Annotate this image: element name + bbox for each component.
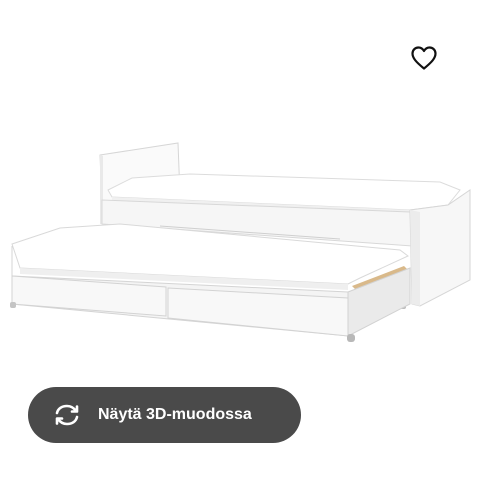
rotate-arrows-icon: [52, 400, 82, 430]
heart-icon: [411, 46, 437, 70]
product-image[interactable]: [0, 120, 480, 360]
view-3d-button[interactable]: Näytä 3D-muodossa: [28, 387, 301, 443]
product-image-viewer: Näytä 3D-muodossa: [0, 0, 480, 480]
favorite-button[interactable]: [404, 40, 444, 76]
view-3d-label: Näytä 3D-muodossa: [98, 406, 252, 423]
